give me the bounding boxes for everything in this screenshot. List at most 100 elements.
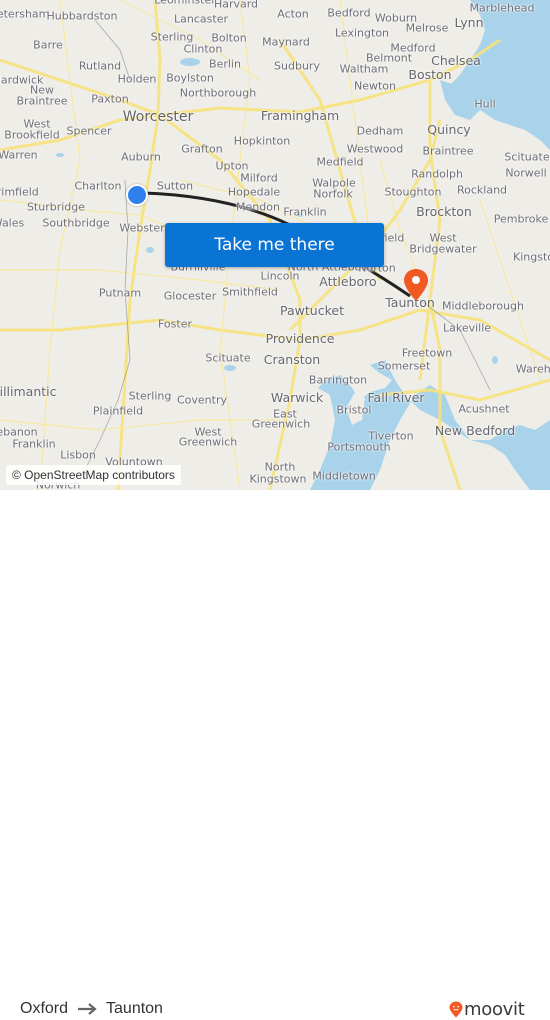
place-label: Franklin (283, 205, 327, 219)
place-label: Charlton (74, 179, 122, 193)
place-label: Braintree (16, 94, 68, 108)
place-label: Norfolk (313, 187, 353, 201)
place-label: Waltham (339, 62, 389, 76)
place-label: Lakeville (442, 321, 492, 335)
place-label: Middleborough (442, 299, 524, 313)
place-label: Auburn (121, 150, 161, 164)
place-label: Warren (0, 148, 38, 162)
place-label: Foster (158, 317, 192, 331)
place-label: Hopedale (227, 185, 281, 199)
place-label: Marblehead (469, 1, 535, 15)
place-label: Quincy (427, 121, 471, 137)
place-label: Bedford (327, 6, 371, 20)
place-label: Mendon (236, 200, 280, 214)
place-label: Coventry (176, 393, 228, 407)
place-label: Lancaster (174, 12, 228, 26)
place-label: Southbridge (42, 216, 110, 230)
place-label: Worcester (122, 109, 194, 125)
place-label: Upton (215, 159, 249, 173)
place-label: Sturbridge (26, 200, 86, 214)
place-label: Rutland (78, 59, 122, 73)
place-label: Stoughton (384, 185, 442, 199)
place-label: Medfield (316, 155, 364, 169)
place-label: Hull (474, 97, 496, 111)
place-label: Paxton (91, 92, 129, 106)
place-label: Spencer (66, 124, 112, 138)
take-me-there-button[interactable]: Take me there (165, 223, 384, 267)
place-label: Framingham (260, 107, 340, 123)
moovit-logo[interactable]: moovit (449, 999, 525, 1020)
place-label: Boston (408, 66, 452, 82)
place-label: Sterling (150, 30, 194, 44)
place-label: Putnam (98, 286, 142, 300)
origin-name: Oxford (20, 1000, 69, 1017)
place-label: Fall River (367, 389, 425, 405)
origin-marker[interactable] (126, 184, 148, 206)
place-label: Cranston (263, 351, 321, 367)
place-label: Sterling (128, 389, 172, 403)
place-label: Chelsea (431, 52, 481, 68)
place-label: Petersham (0, 7, 50, 21)
place-label: Plainfield (92, 404, 144, 418)
place-label: Scituate (504, 150, 550, 164)
place-label: Lincoln (260, 269, 300, 283)
route-summary: Oxford Taunton (20, 1000, 163, 1018)
place-label: Willimantic (0, 383, 57, 399)
place-label: Kingston (513, 250, 550, 264)
place-label: Brimfield (0, 185, 39, 199)
place-label: Bristol (336, 403, 372, 417)
place-label: Harvard (213, 0, 259, 11)
place-label: Wales (0, 216, 25, 230)
place-label: Glocester (163, 289, 217, 303)
place-label: Grafton (181, 142, 223, 156)
place-label: Portsmouth (327, 440, 391, 454)
place-label: North (264, 460, 296, 474)
place-label: Providence (265, 330, 335, 346)
place-label: Wareham (515, 362, 550, 376)
destination-pin-icon[interactable] (403, 268, 429, 302)
place-label: Lexington (334, 26, 390, 40)
place-label: Holden (117, 72, 157, 86)
place-label: Pawtucket (280, 302, 344, 318)
place-label: Webster (119, 221, 165, 235)
place-label: Brockton (416, 203, 472, 219)
place-label: Clinton (183, 42, 223, 56)
place-label: Barre (33, 38, 63, 52)
place-label: Sudbury (274, 59, 320, 73)
place-label: Sutton (156, 179, 194, 193)
map[interactable]: PetershamHubbardston LeominsterHarvardLan… (0, 0, 550, 490)
place-label: Middletown (312, 469, 376, 483)
map-attribution[interactable]: © OpenStreetMap contributors (6, 465, 181, 485)
place-label: Freetown (401, 346, 453, 360)
place-label: Greenwich (251, 417, 311, 431)
place-label: Brookfield (4, 128, 60, 142)
place-label: Berlin (209, 57, 241, 71)
destination-name: Taunton (106, 1000, 163, 1017)
place-label: Boylston (166, 71, 214, 85)
place-label: Acton (277, 7, 309, 21)
place-label: Westwood (346, 142, 404, 156)
place-label: Scituate (205, 351, 251, 365)
place-label: Braintree (422, 144, 474, 158)
place-label: Greenwich (178, 435, 238, 449)
place-label: Somerset (377, 359, 431, 373)
place-label: Smithfield (222, 285, 278, 299)
place-label: Melrose (405, 21, 449, 35)
place-label: Dedham (356, 124, 404, 138)
place-label: Lynn (454, 14, 484, 30)
place-label: Northborough (179, 86, 257, 100)
place-label: Lebanon (0, 425, 38, 439)
place-label: Bridgewater (409, 242, 477, 256)
place-label: Lisbon (60, 448, 96, 462)
place-label: Maynard (262, 35, 310, 49)
place-label: Rockland (456, 183, 508, 197)
place-label: Norwell (505, 166, 547, 180)
place-label: Milford (240, 171, 278, 185)
arrow-right-icon (77, 1003, 97, 1015)
place-label: Franklin (12, 437, 56, 451)
place-label: Acushnet (458, 402, 510, 416)
footer: Oxford Taunton moovit (0, 490, 550, 1020)
place-label: Hubbardston (46, 9, 118, 23)
place-label: Kingstown (249, 472, 307, 486)
place-label: Hopkinton (233, 134, 291, 148)
